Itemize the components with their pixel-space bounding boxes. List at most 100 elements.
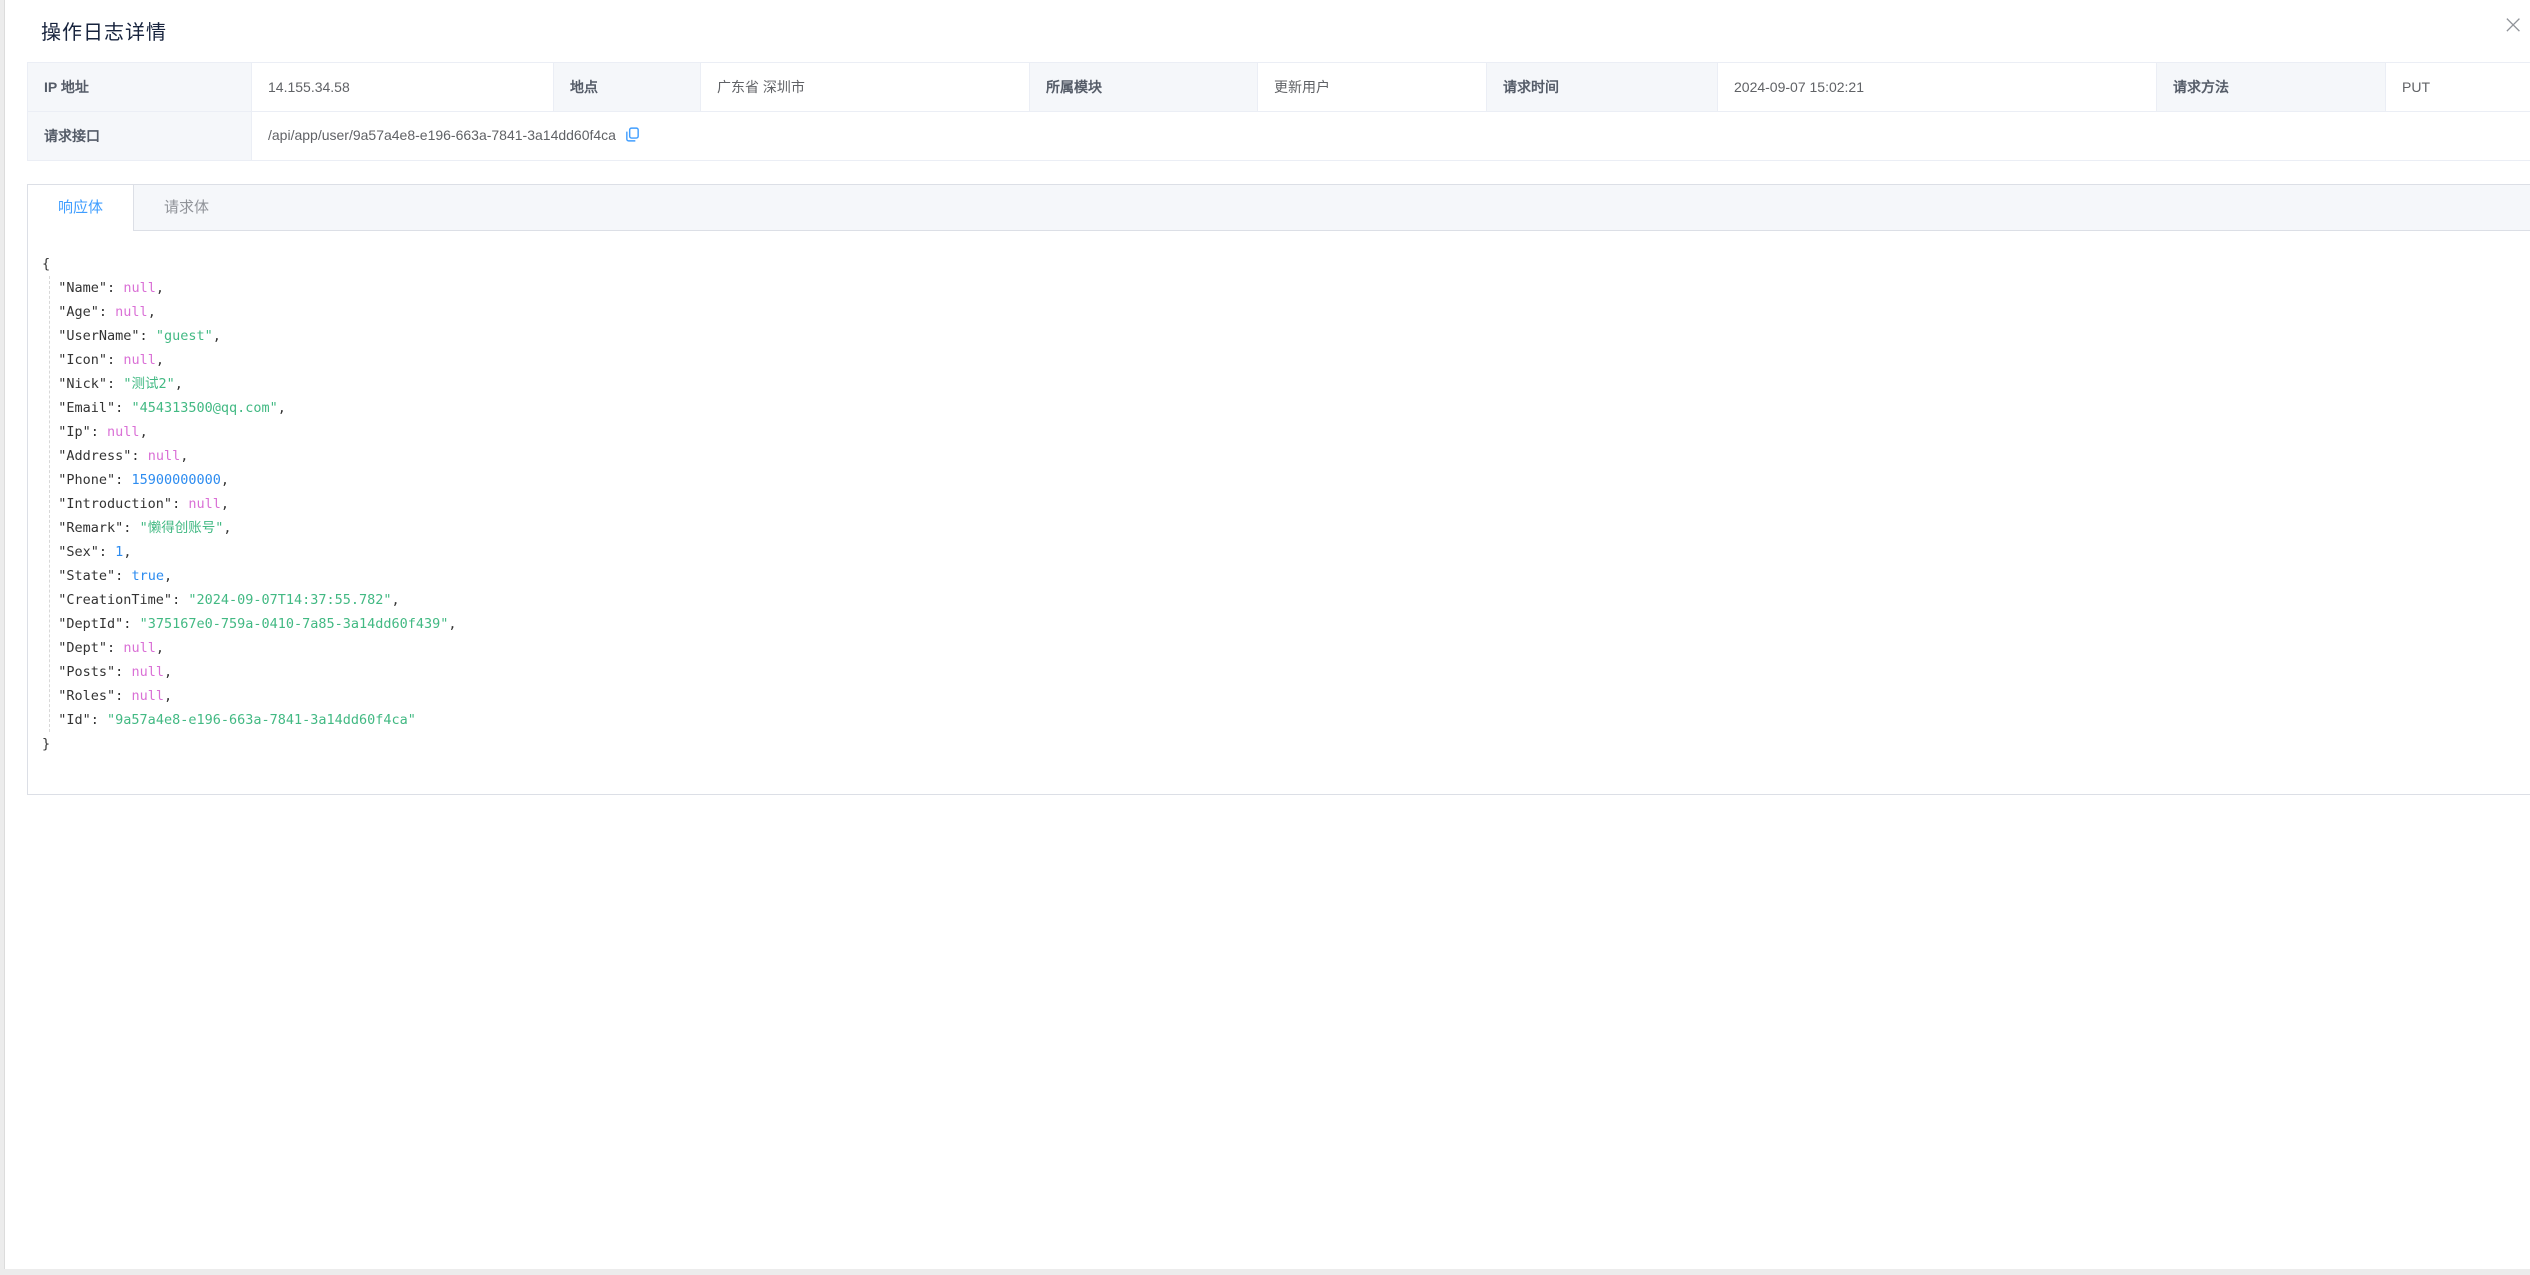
json-punct (42, 664, 58, 680)
value-request-method: PUT (2386, 63, 2530, 112)
json-line: "UserName": "guest", (42, 324, 2530, 348)
close-icon[interactable]: × (2502, 12, 2524, 38)
json-viewer: { "Name": null, "Age": null, "UserName":… (28, 231, 2530, 756)
json-key: "Name" (58, 280, 107, 296)
json-punct (42, 352, 58, 368)
json-key: "Icon" (58, 352, 107, 368)
json-value: "测试2" (123, 376, 174, 392)
json-key: "Age" (58, 304, 99, 320)
json-value: null (107, 424, 140, 440)
json-key: "Remark" (58, 520, 123, 536)
json-line: "Name": null, (42, 276, 2530, 300)
json-punct: , (164, 568, 172, 584)
json-punct: } (42, 736, 50, 752)
json-punct: : (115, 688, 131, 704)
json-line: "Remark": "懒得创账号", (42, 516, 2530, 540)
label-request-api: 请求接口 (28, 112, 252, 161)
json-punct: , (392, 592, 400, 608)
json-punct: , (223, 520, 231, 536)
json-key: "Address" (58, 448, 131, 464)
json-line: "Icon": null, (42, 348, 2530, 372)
json-line: "Email": "454313500@qq.com", (42, 396, 2530, 420)
json-punct: : (172, 592, 188, 608)
log-detail-drawer: 操作日志详情 × IP 地址 14.155.34.58 地点 广东省 深圳市 所… (4, 0, 2530, 1269)
json-punct: , (164, 688, 172, 704)
json-line: "DeptId": "375167e0-759a-0410-7a85-3a14d… (42, 612, 2530, 636)
json-value: "9a57a4e8-e196-663a-7841-3a14dd60f4ca" (107, 712, 416, 728)
json-punct (42, 496, 58, 512)
tab-request-body[interactable]: 请求体 (134, 185, 239, 230)
json-key: "Ip" (58, 424, 91, 440)
json-key: "UserName" (58, 328, 139, 344)
json-value: true (131, 568, 164, 584)
json-value: null (123, 280, 156, 296)
value-request-api: /api/app/user/9a57a4e8-e196-663a-7841-3a… (252, 112, 2530, 161)
json-punct (42, 592, 58, 608)
json-punct: , (148, 304, 156, 320)
json-line: "Posts": null, (42, 660, 2530, 684)
body-tabs-card: 响应体 请求体 { "Name": null, "Age": null, "Us… (27, 184, 2530, 795)
json-value: null (188, 496, 221, 512)
table-row: IP 地址 14.155.34.58 地点 广东省 深圳市 所属模块 更新用户 … (28, 63, 2530, 112)
json-punct (42, 280, 58, 296)
json-value: null (123, 640, 156, 656)
json-punct: : (115, 568, 131, 584)
json-punct: : (91, 712, 107, 728)
json-value: "454313500@qq.com" (131, 400, 277, 416)
json-line: "Address": null, (42, 444, 2530, 468)
json-key: "Roles" (58, 688, 115, 704)
json-line: "Roles": null, (42, 684, 2530, 708)
request-api-path: /api/app/user/9a57a4e8-e196-663a-7841-3a… (268, 127, 616, 143)
json-punct: , (278, 400, 286, 416)
value-module: 更新用户 (1258, 63, 1487, 112)
json-punct (42, 616, 58, 632)
label-request-time: 请求时间 (1487, 63, 1718, 112)
json-punct: , (448, 616, 456, 632)
json-punct: : (172, 496, 188, 512)
json-key: "Nick" (58, 376, 107, 392)
json-key: "Email" (58, 400, 115, 416)
label-module: 所属模块 (1030, 63, 1258, 112)
json-punct: : (123, 520, 139, 536)
json-punct (42, 424, 58, 440)
json-value: null (148, 448, 181, 464)
json-punct: : (99, 544, 115, 560)
json-key: "Id" (58, 712, 91, 728)
json-punct: , (140, 424, 148, 440)
json-line: "Phone": 15900000000, (42, 468, 2530, 492)
json-value: "懒得创账号" (140, 520, 224, 536)
json-punct: , (123, 544, 131, 560)
json-punct: : (107, 352, 123, 368)
json-punct (42, 400, 58, 416)
json-key: "Phone" (58, 472, 115, 488)
json-line: { (42, 252, 2530, 276)
json-punct: , (156, 280, 164, 296)
json-punct (42, 688, 58, 704)
json-key: "Posts" (58, 664, 115, 680)
tab-response-body[interactable]: 响应体 (28, 185, 134, 230)
json-punct: : (91, 424, 107, 440)
value-location: 广东省 深圳市 (701, 63, 1030, 112)
label-request-method: 请求方法 (2157, 63, 2386, 112)
json-key: "Introduction" (58, 496, 172, 512)
json-key: "CreationTime" (58, 592, 172, 608)
json-line: "Ip": null, (42, 420, 2530, 444)
json-punct: : (107, 376, 123, 392)
json-punct: , (156, 640, 164, 656)
json-punct (42, 304, 58, 320)
json-key: "Sex" (58, 544, 99, 560)
tabs-header: 响应体 请求体 (28, 185, 2530, 231)
json-value: null (131, 688, 164, 704)
json-punct: , (156, 352, 164, 368)
json-key: "DeptId" (58, 616, 123, 632)
json-line: "Age": null, (42, 300, 2530, 324)
copy-icon[interactable] (624, 126, 641, 146)
json-value: null (115, 304, 148, 320)
label-ip: IP 地址 (28, 63, 252, 112)
json-line: "Id": "9a57a4e8-e196-663a-7841-3a14dd60f… (42, 708, 2530, 732)
value-request-time: 2024-09-07 15:02:21 (1718, 63, 2157, 112)
json-key: "Dept" (58, 640, 107, 656)
json-value: "2024-09-07T14:37:55.782" (188, 592, 391, 608)
json-punct: : (131, 448, 147, 464)
json-punct (42, 640, 58, 656)
